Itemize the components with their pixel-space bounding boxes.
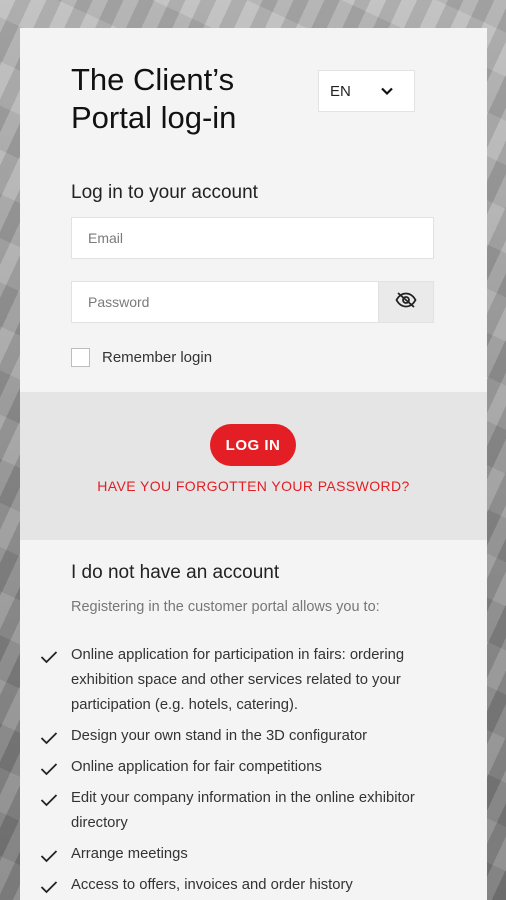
eye-off-icon xyxy=(395,291,417,313)
list-item: Design your own stand in the 3D configur… xyxy=(20,724,487,749)
remember-checkbox[interactable] xyxy=(71,348,90,367)
benefit-text: Arrange meetings xyxy=(71,846,188,862)
password-field-wrapper xyxy=(71,281,434,323)
login-card: The Client’s Portal log-in EN Log in to … xyxy=(20,28,487,900)
chevron-down-icon xyxy=(380,84,394,102)
password-input[interactable] xyxy=(72,282,413,322)
benefit-text: Online application for participation in … xyxy=(71,647,405,713)
list-item: Online application for fair competitions xyxy=(20,755,487,780)
check-icon xyxy=(40,847,58,872)
benefit-text: Access to offers, invoices and order his… xyxy=(71,877,353,893)
language-select[interactable]: EN xyxy=(318,70,415,112)
check-icon xyxy=(40,878,58,900)
toggle-password-button[interactable] xyxy=(378,282,433,322)
login-heading: Log in to your account xyxy=(71,182,258,203)
check-icon xyxy=(40,648,58,673)
login-button[interactable]: LOG IN xyxy=(210,424,296,466)
benefits-list: Online application for participation in … xyxy=(20,643,487,900)
check-icon xyxy=(40,729,58,754)
page-title: The Client’s Portal log-in xyxy=(71,62,237,135)
register-heading: I do not have an account xyxy=(71,562,280,583)
language-value: EN xyxy=(330,82,351,100)
remember-label: Remember login xyxy=(102,349,213,366)
list-item: Access to offers, invoices and order his… xyxy=(20,873,487,898)
check-icon xyxy=(40,791,58,816)
email-input[interactable] xyxy=(72,218,433,258)
email-field-wrapper xyxy=(71,217,434,259)
forgot-password-link[interactable]: HAVE YOU FORGOTTEN YOUR PASSWORD? xyxy=(20,478,487,494)
remember-login[interactable]: Remember login xyxy=(71,348,212,367)
benefit-text: Online application for fair competitions xyxy=(71,759,322,775)
check-icon xyxy=(40,760,58,785)
list-item: Online application for participation in … xyxy=(20,643,487,718)
list-item: Arrange meetings xyxy=(20,842,487,867)
register-intro: Registering in the customer portal allow… xyxy=(71,599,380,615)
benefit-text: Design your own stand in the 3D configur… xyxy=(71,728,368,744)
action-band: LOG IN HAVE YOU FORGOTTEN YOUR PASSWORD? xyxy=(20,392,487,540)
benefit-text: Edit your company information in the onl… xyxy=(71,790,415,831)
list-item: Edit your company information in the onl… xyxy=(20,786,487,836)
